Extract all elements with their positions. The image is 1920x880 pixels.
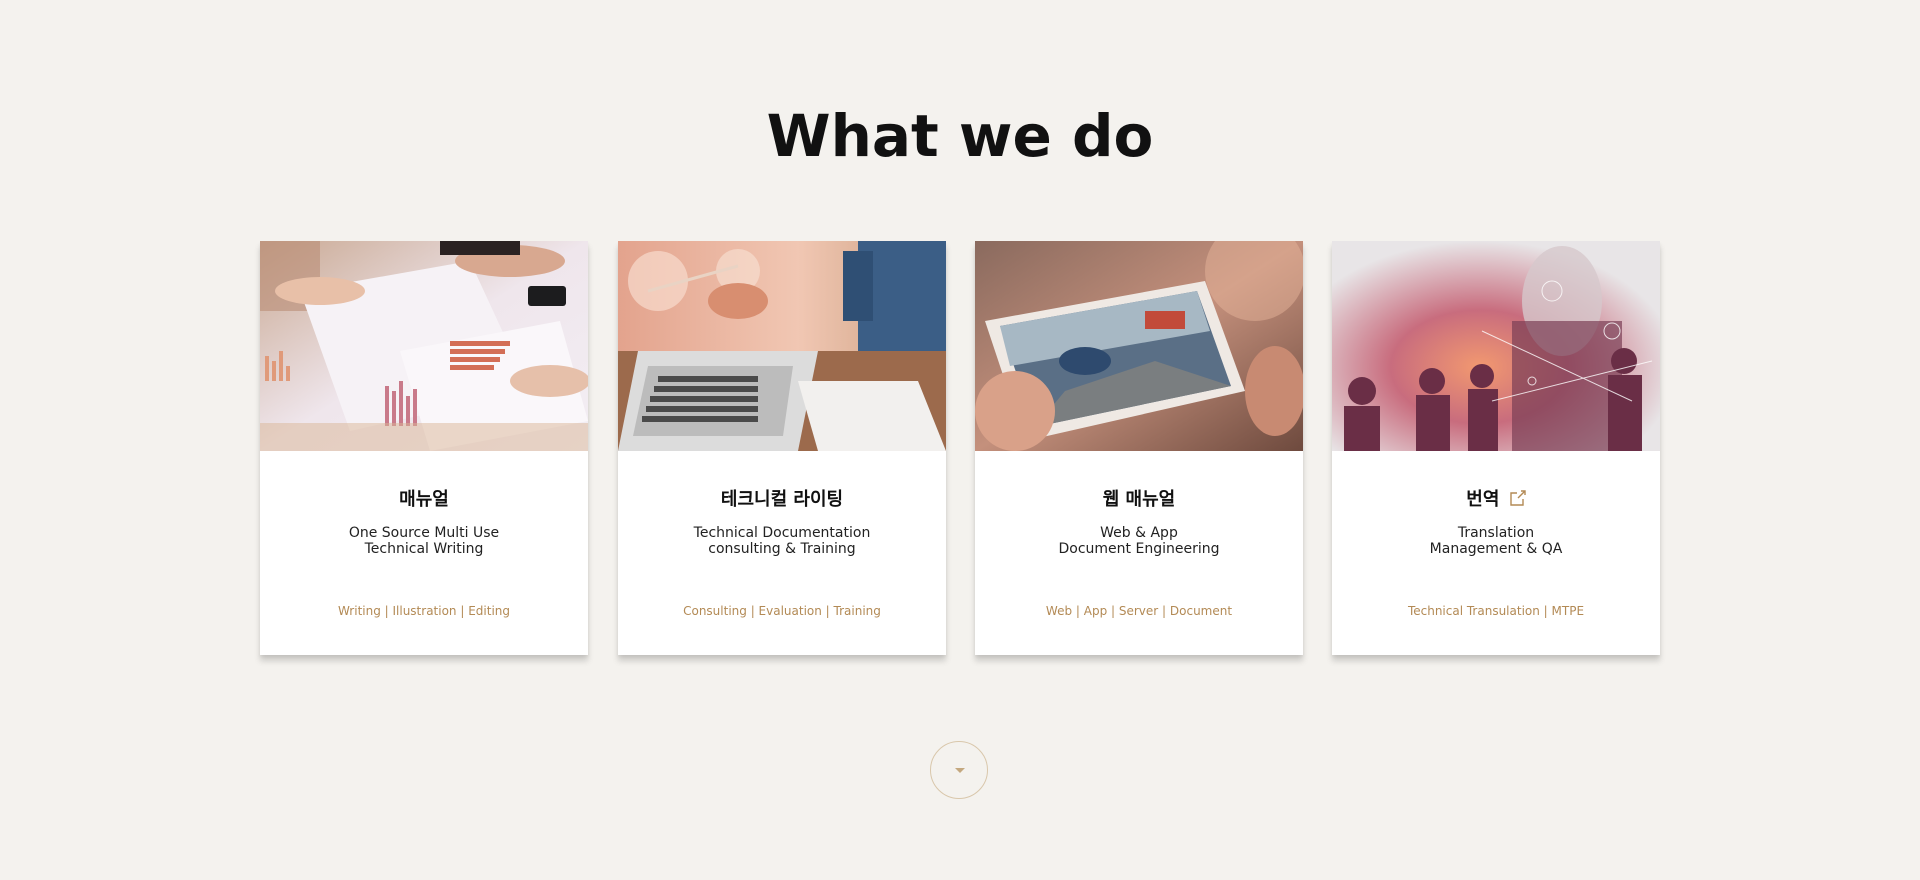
caret-down-icon [955, 768, 965, 773]
card-description: One Source Multi Use Technical Writing [260, 525, 588, 557]
card-title: 번역 [1332, 487, 1660, 513]
card-tags: Consulting | Evaluation | Training [683, 604, 881, 618]
card-tags: Web | App | Server | Document [1045, 604, 1233, 618]
card-description: Technical Documentation consulting & Tra… [618, 525, 946, 557]
external-link-icon[interactable] [1510, 490, 1526, 506]
card-description-line: Technical Documentation [693, 525, 871, 541]
service-card-translation[interactable]: 번역 Translation Management & QA Technical… [1332, 241, 1660, 655]
service-card-technical-writing[interactable]: 테크니컬 라이팅 Technical Documentation consult… [618, 241, 946, 655]
card-tags: Technical Transulation | MTPE [1407, 604, 1585, 618]
card-tags: Writing | Illustration | Editing [337, 604, 511, 618]
card-description-line: One Source Multi Use [348, 525, 500, 541]
section-title: What we do [766, 102, 1154, 170]
card-description: Web & App Document Engineering [975, 525, 1303, 557]
card-title: 매뉴얼 [399, 489, 449, 510]
card-description: Translation Management & QA [1332, 525, 1660, 557]
service-card-manual[interactable]: 매뉴얼 One Source Multi Use Technical Writi… [260, 241, 588, 655]
card-description-line: Technical Writing [364, 541, 484, 557]
card-description-line: Document Engineering [1058, 541, 1220, 557]
service-card-web-manual[interactable]: 웹 매뉴얼 Web & App Document Engineering Web… [975, 241, 1303, 655]
service-cards: 매뉴얼 One Source Multi Use Technical Writi… [260, 241, 1660, 655]
card-title: 웹 매뉴얼 [1102, 489, 1176, 510]
card-title-text: 번역 [1466, 489, 1500, 510]
scroll-down-button[interactable] [930, 741, 988, 799]
card-description-line: consulting & Training [708, 541, 856, 557]
card-description-line: Management & QA [1429, 541, 1563, 557]
card-image-technical-writing [618, 241, 946, 451]
card-image-manual [260, 241, 588, 451]
card-title: 테크니컬 라이팅 [720, 489, 844, 510]
card-description-line: Web & App [1100, 525, 1178, 541]
card-image-web-manual [975, 241, 1303, 451]
card-image-translation [1332, 241, 1660, 451]
card-description-line: Translation [1457, 525, 1535, 541]
